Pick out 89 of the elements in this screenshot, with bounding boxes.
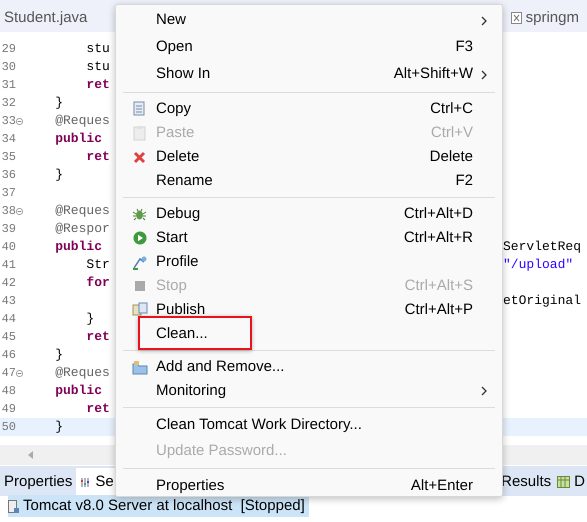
menu-item[interactable]: Profile xyxy=(123,250,495,274)
line-number: 32 xyxy=(0,97,16,109)
code-text: } xyxy=(54,347,64,362)
code-text: "/upload" xyxy=(503,256,574,274)
panel-tab[interactable]: D xyxy=(557,470,585,494)
shortcut-text: Ctrl+Alt+P xyxy=(404,300,473,320)
panel-tab[interactable]: Se xyxy=(76,468,118,496)
code-text: @Reques xyxy=(54,113,110,128)
code-text: } xyxy=(54,95,64,110)
line-number: 42 xyxy=(0,277,16,289)
code-text: ServletReq xyxy=(503,238,582,256)
line-number: 48 xyxy=(0,385,16,397)
code-text: } xyxy=(85,311,94,326)
code-text: public xyxy=(54,131,102,146)
line-number: 41 xyxy=(0,259,16,271)
shortcut-text: Ctrl+Alt+S xyxy=(404,276,473,296)
scroll-left-icon[interactable] xyxy=(28,451,33,459)
menu-item[interactable]: Publish Ctrl+Alt+P xyxy=(123,298,495,322)
shortcut-text: Alt+Shift+W xyxy=(394,64,473,84)
server-item[interactable]: Tomcat v8.0 Server at localhost [Stopped] xyxy=(8,494,309,518)
menu-item[interactable]: Clean... xyxy=(123,322,495,346)
clipboard-icon xyxy=(132,125,146,141)
shortcut-text: F3 xyxy=(455,37,473,58)
editor-tab[interactable]: springm xyxy=(506,4,587,32)
bug-icon xyxy=(132,206,147,222)
profile-icon xyxy=(132,254,148,270)
copy-icon xyxy=(132,101,146,117)
line-number: 39 xyxy=(0,223,16,235)
line-number: 47 xyxy=(0,367,16,379)
code-text: etOriginal xyxy=(503,292,582,310)
code-text: } xyxy=(54,167,64,182)
publish-icon xyxy=(132,302,148,318)
play-icon xyxy=(132,231,146,245)
code-text: @Reques xyxy=(54,365,110,380)
line-number: 36 xyxy=(0,169,16,181)
menu-item[interactable]: Delete Delete xyxy=(123,145,495,169)
line-number: 40 xyxy=(0,241,16,253)
code-text: public xyxy=(54,239,102,254)
editor-tab[interactable]: Student.java xyxy=(0,4,92,32)
shortcut-text: F2 xyxy=(455,170,473,191)
line-number: 45 xyxy=(0,331,16,343)
line-number: 31 xyxy=(0,79,16,91)
line-number: 35 xyxy=(0,151,16,163)
shortcut-text: Ctrl+Alt+D xyxy=(404,204,473,224)
menu-item[interactable]: Clean Tomcat Work Directory... xyxy=(123,412,495,438)
menu-item[interactable]: Show In Alt+Shift+W xyxy=(123,61,495,88)
menu-item[interactable]: Debug Ctrl+Alt+D xyxy=(123,202,495,226)
server-icon xyxy=(8,500,19,512)
line-number: 44 xyxy=(0,313,16,325)
panel-tab[interactable]: Properties xyxy=(0,468,76,496)
menu-item[interactable]: Start Ctrl+Alt+R xyxy=(123,226,495,250)
code-text: for xyxy=(85,275,110,290)
close-icon xyxy=(133,150,146,164)
line-number: 30 xyxy=(0,61,16,73)
line-number: 46 xyxy=(0,349,16,361)
line-number: 34 xyxy=(0,133,16,145)
code-text: Str xyxy=(85,257,110,272)
shortcut-text: Ctrl+Alt+R xyxy=(404,228,473,248)
shortcut-text: Alt+Enter xyxy=(410,476,473,496)
line-number: 50 xyxy=(0,421,16,433)
table-icon xyxy=(557,476,570,488)
panel-tab[interactable]: Results xyxy=(501,470,552,494)
menu-item[interactable]: Add and Remove... xyxy=(123,355,495,379)
stop-icon xyxy=(134,280,146,292)
shortcut-text: Delete xyxy=(430,146,473,167)
menu-item[interactable]: Monitoring xyxy=(123,379,495,403)
shortcut-text: Ctrl+C xyxy=(430,98,473,119)
code-text: @Respor xyxy=(54,221,110,236)
code-text: ret xyxy=(85,149,110,164)
code-text: } xyxy=(54,419,64,434)
code-text: stu xyxy=(85,59,110,74)
line-number: 33 xyxy=(0,115,16,127)
menu-item[interactable]: Copy Ctrl+C xyxy=(123,97,495,121)
code-text: ret xyxy=(85,77,110,92)
menu-item[interactable]: Rename F2 xyxy=(123,169,495,193)
code-text: stu xyxy=(85,41,110,56)
menu-item[interactable]: New xyxy=(123,7,495,34)
line-number: 29 xyxy=(0,43,16,55)
shortcut-text: Ctrl+V xyxy=(430,122,473,143)
code-text: public xyxy=(54,383,102,398)
code-text: ret xyxy=(85,329,110,344)
menu-item[interactable]: Open F3 xyxy=(123,34,495,61)
code-text: @Reques xyxy=(54,203,110,218)
line-number: 38 xyxy=(0,205,16,217)
line-number: 37 xyxy=(0,187,16,199)
line-number: 49 xyxy=(0,403,16,415)
folder-icon xyxy=(132,360,148,374)
code-text: ret xyxy=(85,401,110,416)
line-number: 43 xyxy=(0,295,16,307)
